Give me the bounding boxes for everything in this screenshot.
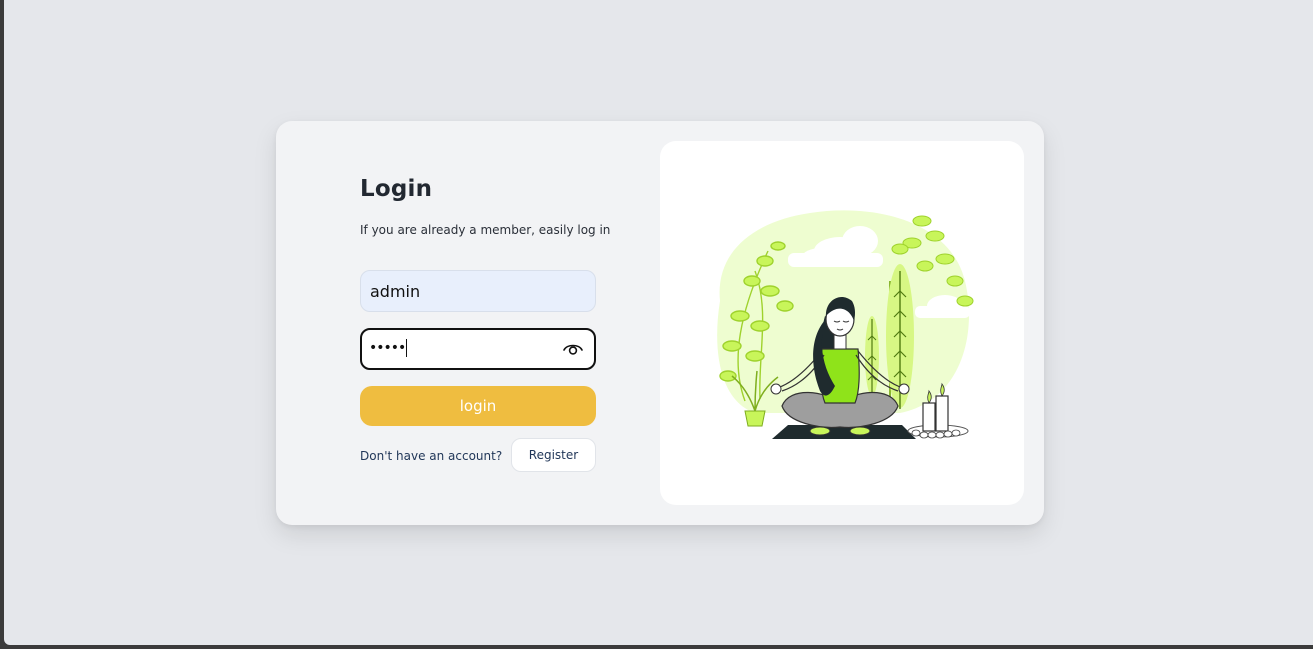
register-button[interactable]: Register [511,438,596,472]
login-subtitle: If you are already a member, easily log … [360,223,611,237]
register-row: Don't have an account? Register [360,438,596,472]
text-caret [406,339,408,357]
login-button[interactable]: login [360,386,596,426]
password-field[interactable]: ••••• [360,328,596,370]
page-background: Login If you are already a member, easil… [4,0,1313,645]
illustration-panel [660,141,1024,505]
eye-icon[interactable] [562,341,584,357]
login-card: Login If you are already a member, easil… [276,121,1044,525]
password-masked-value: ••••• [369,339,408,357]
page-title: Login [360,176,433,202]
register-prompt: Don't have an account? [360,449,503,463]
username-value: admin [370,282,421,301]
username-field[interactable]: admin [360,270,596,312]
meditation-illustration [717,210,974,439]
